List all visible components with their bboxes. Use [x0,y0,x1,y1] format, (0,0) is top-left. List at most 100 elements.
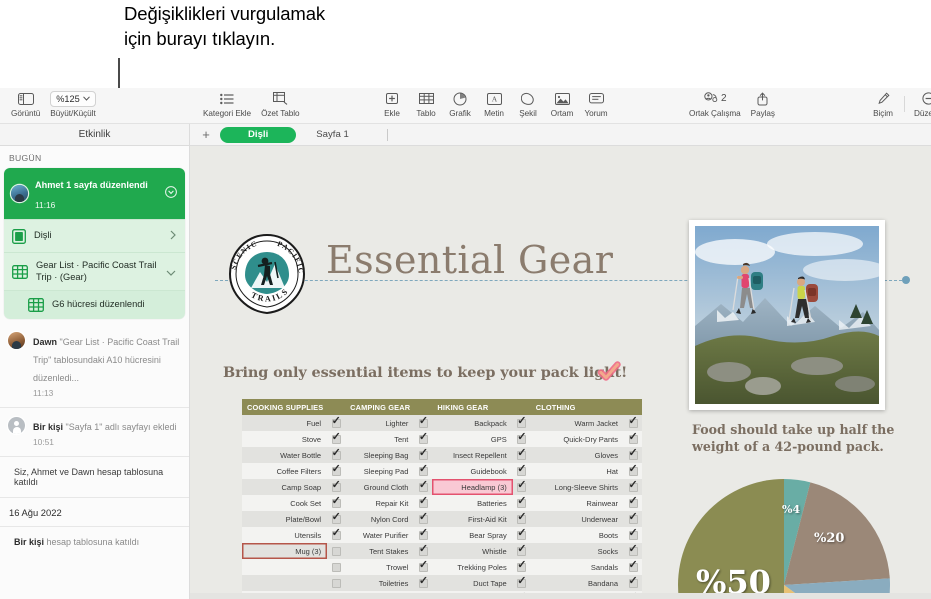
cell-cooking-checkbox[interactable] [327,447,345,463]
cell-clothing-label[interactable]: Bandana [531,575,624,591]
checkbox-checked-icon[interactable] [629,515,638,524]
document-subtitle[interactable]: Bring only essential items to keep your … [223,364,627,381]
chevron-right-icon[interactable] [170,227,176,245]
pie-chart[interactable]: %50 %4 %20 %11 %15 [678,479,890,599]
cell-clothing-checkbox[interactable] [624,415,642,431]
checkbox-checked-icon[interactable] [517,499,526,508]
cell-cooking-label[interactable]: Plate/Bowl [242,511,327,527]
cell-hiking-checkbox[interactable] [513,511,531,527]
cell-camping-checkbox[interactable] [414,559,432,575]
checkbox-checked-icon[interactable] [517,531,526,540]
hikers-photo-frame[interactable] [689,220,885,410]
cell-cooking-checkbox[interactable] [327,511,345,527]
cell-cooking-checkbox[interactable] [327,527,345,543]
checkbox-checked-icon[interactable] [629,579,638,588]
cell-hiking-label[interactable]: Guidebook [432,463,512,479]
checkbox-checked-icon[interactable] [419,467,428,476]
checkbox-checked-icon[interactable] [629,451,638,460]
cell-camping-checkbox[interactable] [414,463,432,479]
cell-clothing-checkbox[interactable] [624,511,642,527]
cell-hiking-label[interactable]: GPS [432,431,512,447]
column-header-clothing[interactable]: CLOTHING [531,399,642,415]
activity-card-header[interactable]: Ahmet 1 sayfa düzenlendi 11:16 [4,168,185,219]
add-category-button[interactable]: Kategori Ekle [198,90,256,118]
cell-cooking-label[interactable] [242,575,327,591]
cell-cooking-checkbox[interactable] [327,431,345,447]
cell-clothing-checkbox[interactable] [624,495,642,511]
cell-camping-label[interactable]: Tent [345,431,414,447]
checkbox-checked-icon[interactable] [332,451,341,460]
cell-camping-label[interactable]: Sleeping Pad [345,463,414,479]
cell-camping-checkbox[interactable] [414,527,432,543]
media-button[interactable]: Ortam [545,90,579,118]
column-header-cooking[interactable]: COOKING SUPPLIES [242,399,345,415]
cell-clothing-label[interactable]: Warm Jacket [531,415,624,431]
cell-clothing-label[interactable]: Underwear [531,511,624,527]
checkbox-checked-icon[interactable] [332,467,341,476]
cell-clothing-checkbox[interactable] [624,479,642,495]
cell-camping-label[interactable]: Tent Stakes [345,543,414,559]
cell-hiking-checkbox[interactable] [513,559,531,575]
cell-camping-checkbox[interactable] [414,511,432,527]
checkbox-checked-icon[interactable] [419,499,428,508]
checkbox-checked-icon[interactable] [517,547,526,556]
cell-cooking-label[interactable]: Coffee Filters [242,463,327,479]
cell-hiking-checkbox[interactable] [513,527,531,543]
checkbox-unchecked-icon[interactable] [332,563,341,572]
cell-camping-label[interactable]: Lighter [345,415,414,431]
checkbox-checked-icon[interactable] [629,531,638,540]
checkbox-checked-icon[interactable] [419,547,428,556]
cell-cooking-checkbox[interactable] [327,543,345,559]
cell-camping-label[interactable]: Sleeping Bag [345,447,414,463]
cell-cooking-label[interactable]: Stove [242,431,327,447]
list-item[interactable]: Dawn "Gear List · Pacific Coast Trail Tr… [0,323,189,408]
checkbox-checked-icon[interactable] [332,499,341,508]
cell-camping-checkbox[interactable] [414,415,432,431]
table-row[interactable]: Mug (3)Tent StakesWhistleSocks [242,543,642,559]
checkbox-unchecked-icon[interactable] [332,547,341,556]
cell-hiking-label[interactable]: Bear Spray [432,527,512,543]
checkbox-checked-icon[interactable] [419,483,428,492]
cell-clothing-checkbox[interactable] [624,527,642,543]
cell-camping-checkbox[interactable] [414,495,432,511]
activity-row-sheet[interactable]: Dişli [4,219,185,252]
add-sheet-button[interactable]: + [196,128,216,141]
cell-hiking-label[interactable]: Trekking Poles [432,559,512,575]
table-row[interactable]: Camp SoapGround ClothHeadlamp (3)Long-Sl… [242,479,642,495]
checkbox-checked-icon[interactable] [332,531,341,540]
format-button[interactable]: Biçim [866,90,900,118]
cell-hiking-label[interactable]: Whistle [432,543,512,559]
cell-clothing-checkbox[interactable] [624,543,642,559]
checkbox-checked-icon[interactable] [629,419,638,428]
cell-cooking-label[interactable]: Fuel [242,415,327,431]
checkbox-checked-icon[interactable] [629,499,638,508]
text-button[interactable]: A Metin [477,90,511,118]
checkbox-checked-icon[interactable] [629,483,638,492]
checkbox-checked-icon[interactable] [419,515,428,524]
cell-hiking-checkbox[interactable] [513,495,531,511]
table-row[interactable]: FuelLighterBackpackWarm Jacket [242,415,642,431]
document-canvas[interactable]: SCENIC PACIFIC TRAILS Essential Gear Bri… [190,146,931,599]
cell-camping-label[interactable]: Toiletries [345,575,414,591]
checkbox-checked-icon[interactable] [629,435,638,444]
organize-button[interactable]: Düzenle [909,90,931,118]
cell-clothing-checkbox[interactable] [624,447,642,463]
cell-clothing-label[interactable]: Gloves [531,447,624,463]
checkbox-checked-icon[interactable] [629,563,638,572]
checkbox-checked-icon[interactable] [332,515,341,524]
cell-hiking-checkbox[interactable] [513,479,531,495]
insert-button[interactable]: Ekle [375,90,409,118]
cell-clothing-label[interactable]: Socks [531,543,624,559]
cell-cooking-label[interactable] [242,559,327,575]
table-row[interactable]: Coffee FiltersSleeping PadGuidebookHat [242,463,642,479]
cell-clothing-checkbox[interactable] [624,463,642,479]
cell-camping-label[interactable]: Nylon Cord [345,511,414,527]
table-row[interactable]: Water BottleSleeping BagInsect Repellent… [242,447,642,463]
collaborate-button[interactable]: 2 Ortak Çalışma [684,90,746,118]
sheet-tab-gear[interactable]: Dişli [220,127,296,143]
cell-clothing-label[interactable]: Long-Sleeve Shirts [531,479,624,495]
cell-hiking-checkbox[interactable] [513,575,531,591]
cell-camping-checkbox[interactable] [414,479,432,495]
chevron-down-icon[interactable] [166,263,176,281]
cell-clothing-label[interactable]: Boots [531,527,624,543]
